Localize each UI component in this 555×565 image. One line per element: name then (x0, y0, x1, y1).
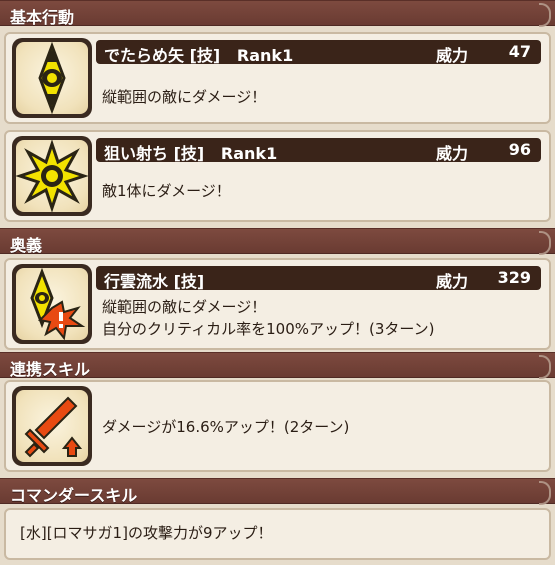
skill-rank: Rank1 (220, 144, 278, 163)
skill-description: 縦範囲の敵にダメージ！ (102, 88, 267, 106)
skill-icon-frame (12, 386, 92, 466)
section-header-commander-skill: コマンダースキル (0, 478, 555, 505)
skill-title-bar: でたらめ矢 [技] Rank1 威力 47 (96, 40, 541, 65)
scroll-ornament-icon (539, 355, 551, 379)
section-header-link-skill: 連携スキル (0, 352, 555, 379)
skill-description: 縦範囲の敵にダメージ！ 自分のクリティカル率を100%アップ！(3ターン) (102, 298, 435, 338)
power-label: 威力 (436, 144, 469, 163)
skill-icon-frame (12, 136, 92, 216)
power-label: 威力 (436, 272, 469, 291)
skill-detail-panel: 基本行動 でたらめ矢 [技] Rank1 威力 47 縦範囲の敵にダメージ！ 狙… (0, 0, 555, 565)
section-header-basic-actions: 基本行動 (0, 0, 555, 27)
skill-name: でたらめ矢 [技] Rank1 (104, 46, 294, 65)
link-skill-card[interactable]: ダメージが16.6%アップ！(2ターン) (4, 380, 551, 472)
skill-card[interactable]: でたらめ矢 [技] Rank1 威力 47 縦範囲の敵にダメージ！ (4, 32, 551, 124)
skill-name: 狙い射ち [技] Rank1 (104, 144, 278, 163)
section-title: 奥義 (10, 236, 43, 255)
section-title: 連携スキル (10, 360, 91, 379)
skill-description: ダメージが16.6%アップ！(2ターン) (102, 418, 350, 436)
secret-skill-card[interactable]: 行雲流水 [技] 威力 329 縦範囲の敵にダメージ！ 自分のクリティカル率を1… (4, 258, 551, 350)
scroll-ornament-icon (539, 231, 551, 255)
skill-icon-frame (12, 264, 92, 344)
skill-card[interactable]: 狙い射ち [技] Rank1 威力 96 敵1体にダメージ！ (4, 130, 551, 222)
section-title: 基本行動 (10, 8, 75, 27)
vertical-range-crit-icon (16, 268, 88, 340)
power-label: 威力 (436, 46, 469, 65)
skill-icon-frame (12, 38, 92, 118)
power-value: 47 (508, 42, 531, 61)
vertical-range-icon (16, 42, 88, 114)
section-title: コマンダースキル (10, 486, 138, 505)
power-value: 96 (508, 140, 531, 159)
skill-name: 行雲流水 [技] (104, 272, 205, 291)
commander-skill-description: [水][ロマサガ1]の攻撃力が9アップ！ (20, 524, 273, 542)
power-value: 329 (497, 268, 531, 287)
section-header-secret-technique: 奥義 (0, 228, 555, 255)
single-target-burst-icon (16, 140, 88, 212)
sword-attack-up-icon (16, 390, 88, 462)
scroll-ornament-icon (539, 481, 551, 505)
commander-skill-card[interactable]: [水][ロマサガ1]の攻撃力が9アップ！ (4, 508, 551, 560)
skill-description: 敵1体にダメージ！ (102, 182, 231, 200)
skill-title-bar: 狙い射ち [技] Rank1 威力 96 (96, 138, 541, 163)
skill-title-bar: 行雲流水 [技] 威力 329 (96, 266, 541, 291)
skill-rank: Rank1 (236, 46, 294, 65)
scroll-ornament-icon (539, 3, 551, 27)
